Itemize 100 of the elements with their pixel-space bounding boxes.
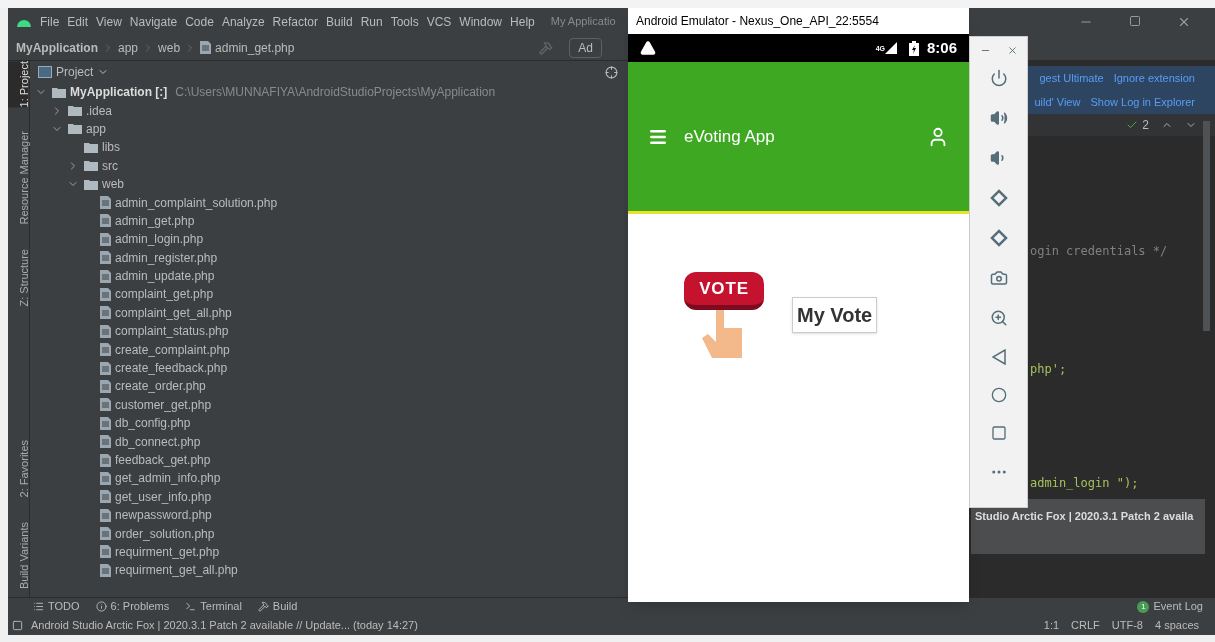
battery-charging-icon [908,40,919,56]
tree-item[interactable]: create_feedback.php [115,359,228,378]
terminal-icon [185,601,197,612]
tree-item[interactable]: db_connect.php [115,432,201,451]
status-item[interactable]: CRLF [1071,616,1100,634]
status-toggle-icon[interactable] [12,619,23,631]
tree-item[interactable]: db_config.php [115,414,191,433]
project-view-dropdown[interactable]: Project [56,63,110,81]
tree-item[interactable]: feedback_get.php [115,451,211,469]
notification-link[interactable]: Ignore extension [1113,69,1195,87]
file-icon [100,288,111,301]
folder-icon [84,160,98,172]
notification-link[interactable]: Show Log in Explorer [1090,93,1195,111]
file-icon [100,251,111,265]
menu-item[interactable]: Analyze [221,12,265,31]
tree-item[interactable]: requirment_get.php [115,542,220,561]
tree-item[interactable]: admin_register.php [115,248,218,267]
side-tab[interactable]: Z: Structure [8,249,28,307]
folder-icon [52,86,66,98]
list-icon [33,601,44,612]
event-log-button[interactable]: 1 Event Log [1137,598,1203,615]
status-item[interactable]: UTF-8 [1111,616,1143,634]
tree-item[interactable]: complaint_get.php [115,285,214,304]
zoom-icon[interactable] [989,309,1008,327]
rotate-right-icon[interactable] [989,229,1008,247]
breadcrumb-item[interactable]: app [118,38,139,57]
panel-icon [38,66,52,78]
tree-item[interactable]: order_solution.php [115,524,215,543]
file-icon [100,453,111,467]
menu-item[interactable]: Tools [390,12,419,31]
tree-item[interactable]: app [86,119,107,138]
tree-item[interactable]: admin_update.php [115,267,215,286]
tree-item[interactable]: newpassword.php [115,506,212,525]
tool-window-tab[interactable]: Terminal [185,598,242,615]
tree-item[interactable]: get_admin_info.php [115,469,221,488]
overview-icon[interactable] [990,425,1007,441]
tree-item[interactable]: complaint_status.php [115,322,229,341]
menu-item[interactable]: VCS [426,12,452,31]
tool-window-tab[interactable]: TODO [33,598,80,615]
menu-item[interactable]: File [40,12,60,31]
file-icon [100,379,111,393]
tree-item[interactable]: libs [102,138,120,157]
my-vote-button[interactable]: My Vote [792,297,878,333]
tree-item[interactable]: admin_login.php [115,230,204,249]
close-icon[interactable] [1006,45,1018,56]
configuration-button[interactable]: Ad [569,37,602,58]
menu-item[interactable]: View [96,12,122,31]
side-tab[interactable]: 1: Project [8,61,28,108]
tree-item[interactable]: requirment_get_all.php [115,561,238,580]
tree-item[interactable]: create_order.php [115,377,206,396]
tool-window-tab[interactable]: Build [257,598,298,615]
file-icon [100,416,111,430]
power-icon[interactable] [989,69,1008,87]
side-tab[interactable]: 2: Favorites [8,440,28,498]
home-icon[interactable] [990,387,1007,403]
tree-item[interactable]: admin_complaint_solution.php [115,193,278,212]
menu-item[interactable]: Help [510,12,535,31]
file-icon [100,324,111,338]
problems-indicator[interactable]: 2 [1126,116,1149,134]
file-icon [200,41,212,54]
notification-link[interactable]: uild' View [1034,93,1081,111]
menu-item[interactable]: Refactor [272,12,318,31]
menu-item[interactable]: Build [325,12,353,31]
status-item[interactable]: 1:1 [1043,616,1060,634]
breadcrumb-item[interactable]: web [158,38,181,57]
volume-up-icon[interactable] [989,109,1008,127]
menu-item[interactable]: Code [185,12,214,31]
scrollbar-thumb[interactable] [1203,121,1210,331]
menu-item[interactable]: Navigate [129,12,178,31]
maximize-icon[interactable] [1129,14,1141,27]
tree-item[interactable]: src [102,156,118,175]
back-icon[interactable] [991,349,1006,365]
tree-item[interactable]: web [102,175,124,194]
tree-item[interactable]: admin_get.php [115,211,195,230]
breadcrumb-item[interactable]: MyApplication [16,38,98,57]
menu-item[interactable]: Edit [67,12,89,31]
tool-window-tab[interactable]: 6: Problems [95,598,170,615]
file-icon [100,269,111,283]
camera-icon[interactable] [989,269,1008,287]
tree-item[interactable]: create_complaint.php [115,340,230,359]
folder-icon [68,123,82,135]
file-icon [100,361,111,375]
rotate-left-icon[interactable] [989,189,1008,207]
status-item[interactable]: 4 spaces [1154,616,1199,634]
tree-item[interactable]: MyApplication [:] [70,83,168,102]
file-icon [100,232,111,246]
side-tab[interactable]: Build Variants [8,521,28,589]
window-title: My Applicatio [550,14,616,30]
side-tab[interactable]: Resource Manager [8,131,28,226]
signal-icon [884,42,897,54]
tree-item[interactable]: .idea [86,101,113,120]
notification-link[interactable]: gest Ultimate [1039,69,1104,87]
tree-item[interactable]: complaint_get_all.php [115,303,232,322]
tree-item[interactable]: get_user_info.php [115,487,212,506]
file-icon [100,508,111,522]
menu-item[interactable]: Run [360,12,383,31]
menu-item[interactable]: Window [459,12,503,31]
breadcrumb-item[interactable]: admin_get.php [215,38,295,57]
locate-icon[interactable] [605,65,618,79]
tree-item[interactable]: customer_get.php [115,395,212,414]
